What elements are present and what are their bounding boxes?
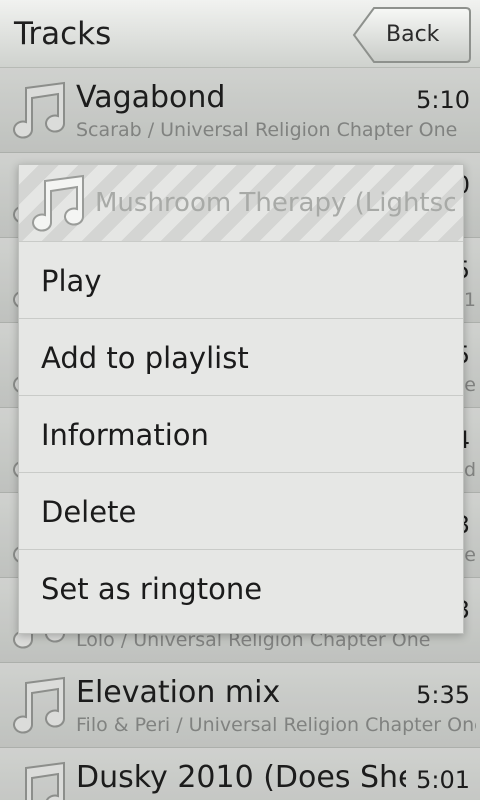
context-menu: Mushroom Therapy (Lightscap Play Add to … — [18, 164, 464, 634]
header-bar: Tracks Back — [0, 0, 480, 68]
menu-item-label: Play — [41, 264, 102, 298]
music-note-icon — [32, 174, 84, 232]
back-button-label: Back — [386, 22, 440, 47]
menu-item-label: Add to playlist — [41, 341, 249, 375]
back-button[interactable]: Back — [352, 6, 472, 64]
menu-item-play[interactable]: Play — [19, 242, 463, 319]
menu-item-label: Delete — [41, 495, 137, 529]
context-menu-header: Mushroom Therapy (Lightscap — [19, 165, 463, 242]
context-menu-title: Mushroom Therapy (Lightscap — [95, 188, 455, 218]
menu-item-add-to-playlist[interactable]: Add to playlist — [19, 319, 463, 396]
page-title: Tracks — [14, 16, 112, 52]
menu-item-label: Information — [41, 418, 209, 452]
menu-item-delete[interactable]: Delete — [19, 473, 463, 550]
menu-item-set-as-ringtone[interactable]: Set as ringtone — [19, 550, 463, 627]
menu-item-label: Set as ringtone — [41, 572, 263, 606]
menu-item-information[interactable]: Information — [19, 396, 463, 473]
